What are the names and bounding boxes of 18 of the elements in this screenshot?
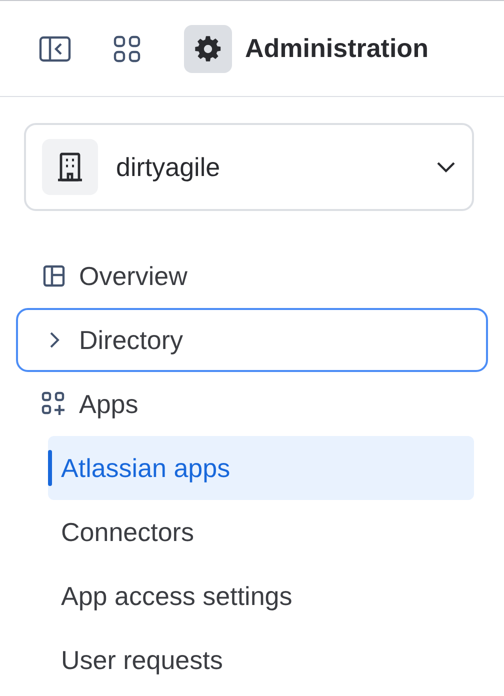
building-icon — [58, 152, 82, 182]
layout-icon — [43, 265, 65, 287]
apps-plus-icon — [41, 391, 67, 417]
organization-switcher[interactable]: dirtyagile — [24, 123, 474, 211]
nav-item[interactable]: Apps — [16, 372, 488, 436]
nav-subitem[interactable]: Connectors — [48, 500, 474, 564]
selection-bar — [48, 450, 52, 486]
grid-icon — [113, 34, 141, 62]
gear-icon — [194, 34, 222, 62]
nav-item[interactable]: Overview — [16, 244, 488, 308]
page-title: Administration — [245, 32, 428, 65]
chevron-right-icon — [48, 331, 60, 349]
nav-subitem[interactable]: User requests — [48, 628, 474, 692]
nav-subitem[interactable]: Atlassian apps — [48, 436, 474, 500]
nav-item[interactable]: Directory — [16, 308, 488, 372]
sidebar-collapse-icon — [39, 36, 71, 62]
chevron-down-icon — [436, 161, 456, 173]
nav-subitem[interactable]: App access settings — [48, 564, 474, 628]
